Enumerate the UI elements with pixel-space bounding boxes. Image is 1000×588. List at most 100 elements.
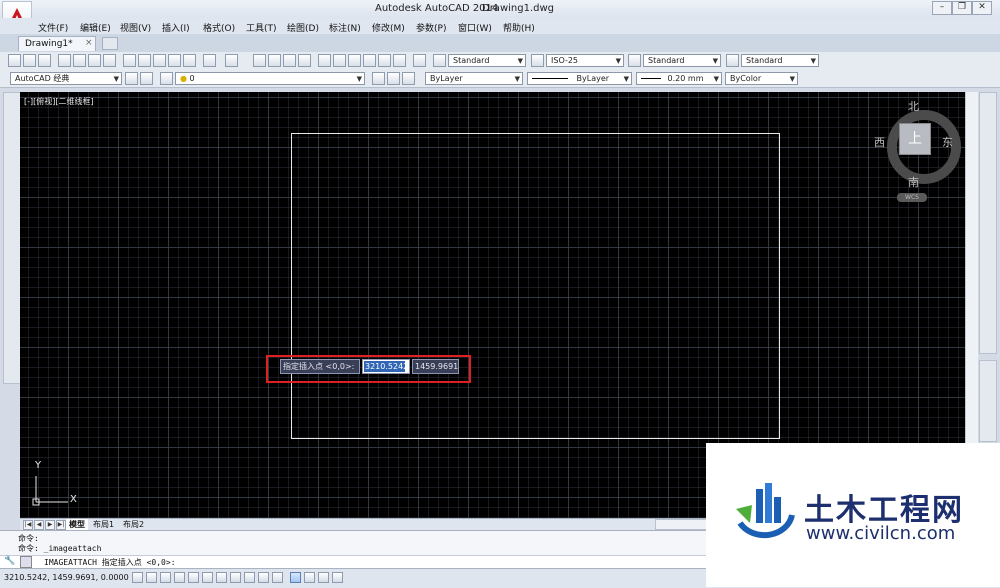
polar-tracking-icon[interactable] (188, 572, 199, 583)
document-tab-bar: Drawing1* × (0, 34, 1000, 52)
new-icon[interactable] (8, 54, 21, 67)
mleader-style-icon[interactable] (726, 54, 739, 67)
menu-dimension[interactable]: 标注(N) (329, 21, 361, 34)
layer-previous-icon[interactable] (387, 72, 400, 85)
color-select[interactable]: ByLayer ▼ (425, 72, 523, 85)
linetype-select[interactable]: ByLayer ▼ (527, 72, 632, 85)
tab-layout2[interactable]: 布局2 (120, 519, 147, 530)
compass-west[interactable]: 西 (874, 134, 885, 150)
lineweight-select[interactable]: 0.20 mm ▼ (636, 72, 722, 85)
transparency-icon[interactable] (290, 572, 301, 583)
wrench-icon[interactable]: 🔧 (4, 556, 15, 566)
close-window-button[interactable]: ✕ (972, 1, 992, 15)
snap-mode-icon[interactable] (146, 572, 157, 583)
plot-icon[interactable] (58, 54, 71, 67)
layer-states-icon[interactable] (402, 72, 415, 85)
command-current-prompt: IMAGEATTACH 指定插入点 <0,0>: (44, 558, 176, 567)
workspace-lock-icon[interactable] (140, 72, 153, 85)
help-icon[interactable] (413, 54, 426, 67)
menu-help[interactable]: 帮助(H) (503, 21, 535, 34)
tab-layout1[interactable]: 布局1 (90, 519, 117, 530)
first-layout-icon[interactable]: |◀ (23, 520, 33, 530)
open-icon[interactable] (23, 54, 36, 67)
menu-window[interactable]: 窗口(W) (458, 21, 492, 34)
3d-print-icon[interactable] (103, 54, 116, 67)
menu-parametric[interactable]: 参数(P) (416, 21, 446, 34)
compass-east[interactable]: 东 (942, 134, 953, 150)
dynamic-input-x-field[interactable]: 3210.5242 (362, 359, 410, 374)
menu-file[interactable]: 文件(F) (38, 21, 68, 34)
menu-edit[interactable]: 编辑(E) (80, 21, 111, 34)
selection-cycling-icon[interactable] (318, 572, 329, 583)
command-recent-icon[interactable] (20, 556, 32, 568)
prev-layout-icon[interactable]: ◀ (34, 520, 44, 530)
compass-north[interactable]: 北 (908, 98, 919, 114)
object-snap-tracking-icon[interactable] (230, 572, 241, 583)
minimize-button[interactable]: – (932, 1, 952, 15)
menu-format[interactable]: 格式(O) (203, 21, 235, 34)
zoom-window-icon[interactable] (283, 54, 296, 67)
match-properties-icon[interactable] (168, 54, 181, 67)
save-icon[interactable] (38, 54, 51, 67)
cut-icon[interactable] (123, 54, 136, 67)
3d-object-snap-icon[interactable] (216, 572, 227, 583)
quickcalc-icon[interactable] (393, 54, 406, 67)
wcs-menu-button[interactable]: WCS (897, 193, 927, 202)
paste-icon[interactable] (153, 54, 166, 67)
workspace-settings-icon[interactable] (125, 72, 138, 85)
mleader-style-select[interactable]: Standard ▼ (741, 54, 819, 67)
workspace-select[interactable]: AutoCAD 经典 ▼ (10, 72, 122, 85)
layer-select[interactable]: ● 0 ▼ (175, 72, 365, 85)
text-style-select[interactable]: Standard ▼ (448, 54, 526, 67)
menu-insert[interactable]: 插入(I) (162, 21, 190, 34)
make-current-layer-icon[interactable] (372, 72, 385, 85)
zoom-previous-icon[interactable] (298, 54, 311, 67)
block-editor-icon[interactable] (183, 54, 196, 67)
redo-icon[interactable] (225, 54, 238, 67)
menu-modify[interactable]: 修改(M) (372, 21, 405, 34)
viewcube-top-face[interactable]: 上 (899, 123, 931, 155)
x-value: 3210.5242 (364, 361, 409, 372)
last-layout-icon[interactable]: ▶| (56, 520, 66, 530)
next-layout-icon[interactable]: ▶ (45, 520, 55, 530)
quick-properties-icon[interactable] (304, 572, 315, 583)
zoom-realtime-icon[interactable] (268, 54, 281, 67)
viewcube[interactable]: 上 北 南 西 东 WCS (874, 98, 965, 202)
menu-tools[interactable]: 工具(T) (246, 21, 277, 34)
table-style-icon[interactable] (628, 54, 641, 67)
lineweight-display-icon[interactable] (272, 572, 283, 583)
publish-icon[interactable] (88, 54, 101, 67)
tab-model[interactable]: 模型 (66, 519, 88, 530)
coordinates-readout[interactable]: 3210.5242, 1459.9691, 0.0000 (4, 573, 129, 582)
dynamic-input-y-field[interactable]: 1459.9691 (412, 359, 459, 374)
copy-icon[interactable] (138, 54, 151, 67)
dynamic-ucs-icon[interactable] (244, 572, 255, 583)
ortho-mode-icon[interactable] (174, 572, 185, 583)
compass-south[interactable]: 南 (908, 174, 919, 190)
grid-display-icon[interactable] (160, 572, 171, 583)
menu-view[interactable]: 视图(V) (120, 21, 151, 34)
object-snap-icon[interactable] (202, 572, 213, 583)
close-tab-icon[interactable]: × (85, 38, 93, 48)
dynamic-input-icon[interactable] (258, 572, 269, 583)
menu-draw[interactable]: 绘图(D) (287, 21, 319, 34)
undo-icon[interactable] (203, 54, 216, 67)
annotation-monitor-icon[interactable] (332, 572, 343, 583)
restore-button[interactable]: ❐ (952, 1, 972, 15)
new-tab-button[interactable] (102, 37, 118, 50)
viewport-controls[interactable]: [-][俯视][二维线框] (24, 96, 94, 107)
design-center-icon[interactable] (333, 54, 346, 67)
plot-preview-icon[interactable] (73, 54, 86, 67)
table-style-select[interactable]: Standard ▼ (643, 54, 721, 67)
infer-constraints-icon[interactable] (132, 572, 143, 583)
markup-icon[interactable] (378, 54, 391, 67)
properties-icon[interactable] (318, 54, 331, 67)
dim-style-select[interactable]: ISO-25 ▼ (546, 54, 624, 67)
tool-palettes-icon[interactable] (348, 54, 361, 67)
layer-manager-icon[interactable] (160, 72, 173, 85)
dim-style-icon[interactable] (531, 54, 544, 67)
sheet-set-icon[interactable] (363, 54, 376, 67)
text-style-icon[interactable] (433, 54, 446, 67)
pan-icon[interactable] (253, 54, 266, 67)
plotstyle-select[interactable]: ByColor ▼ (725, 72, 798, 85)
